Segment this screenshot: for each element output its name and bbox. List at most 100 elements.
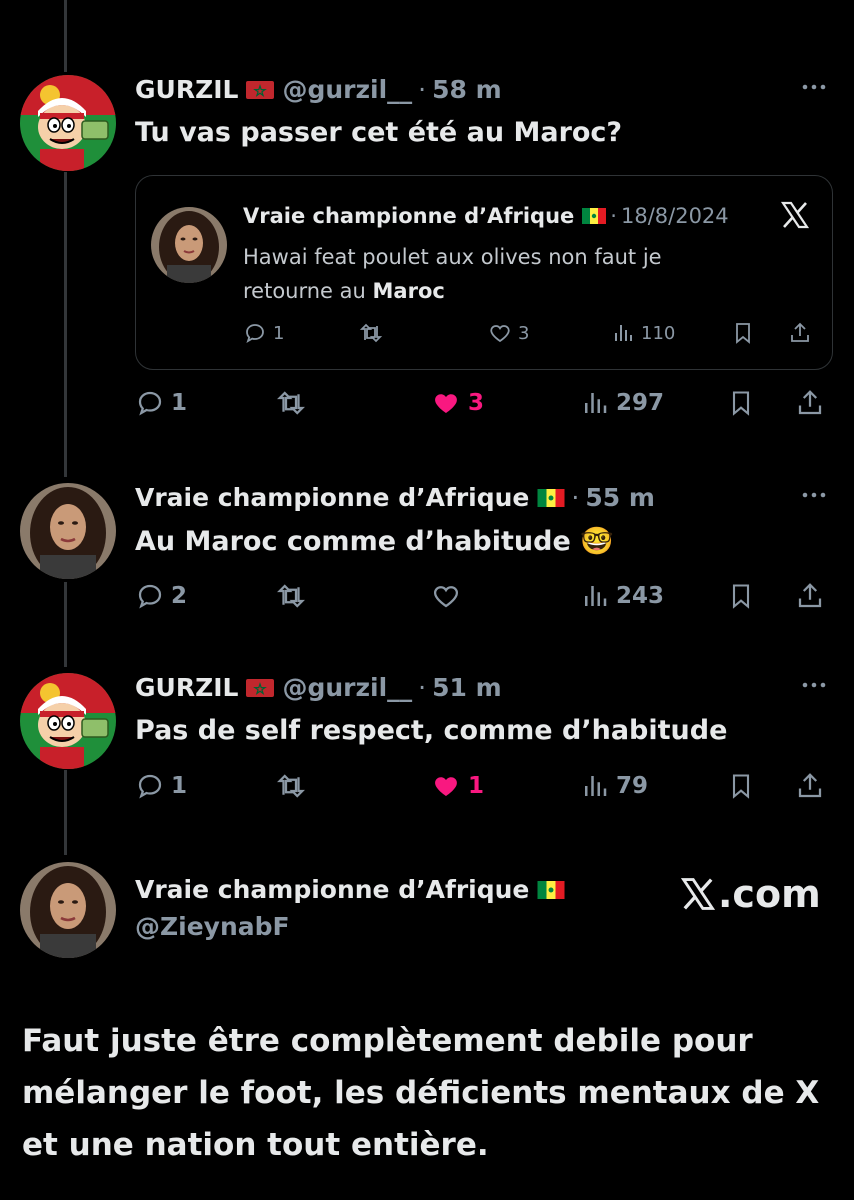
quote-reply-button[interactable]: 1 [243, 321, 284, 345]
user-handle[interactable]: @gurzil__ [282, 75, 412, 104]
avatar-vraie-championne[interactable] [20, 862, 116, 958]
like-button[interactable]: 3 [430, 388, 484, 418]
final-name-row: Vraie championne d’Afrique [135, 875, 565, 904]
reply-button[interactable]: 1 [135, 771, 187, 801]
like-button[interactable] [430, 581, 462, 611]
final-post-header: Vraie championne d’Afrique @ZieynabF [135, 875, 565, 941]
reply-count: 2 [171, 583, 188, 609]
like-icon [433, 586, 459, 608]
retweet-button[interactable] [275, 771, 307, 801]
post-body-text: Faut juste être complètement debile pour… [22, 1023, 820, 1163]
like-button[interactable]: 1 [430, 771, 484, 801]
tweet-text: Au Maroc comme d’habitude 🤓 [135, 526, 614, 557]
share-icon [791, 322, 809, 342]
tweet-header: GURZIL @gurzil__ · 58 m [135, 75, 502, 104]
avatar-vraie-championne[interactable] [20, 483, 116, 579]
views-icon [615, 325, 632, 341]
quote-text-line-1: Hawai feat poulet aux olives non faut je [243, 245, 662, 269]
views-button[interactable]: 243 [580, 581, 664, 611]
reply-count: 1 [171, 773, 188, 799]
reply-icon [138, 774, 162, 799]
user-handle[interactable]: @ZieynabF [135, 912, 565, 941]
bookmark-icon [732, 774, 750, 799]
morocco-flag-icon [246, 678, 275, 697]
share-icon [798, 773, 822, 798]
quote-like-button[interactable]: 3 [488, 321, 529, 345]
quote-date[interactable]: 18/8/2024 [621, 204, 729, 228]
views-icon [585, 776, 607, 796]
bookmark-button[interactable] [727, 771, 755, 801]
view-count: 243 [616, 583, 665, 609]
share-icon [798, 390, 822, 415]
x-logo-icon [780, 200, 810, 230]
thread-line-top [64, 0, 67, 72]
avatar-quote-author[interactable] [151, 207, 227, 283]
quote-text: Hawai feat poulet aux olives non faut je… [243, 240, 763, 308]
reply-count: 1 [171, 390, 188, 416]
like-count: 1 [468, 773, 485, 799]
share-button[interactable] [795, 388, 825, 418]
bookmark-icon [732, 584, 750, 609]
share-button[interactable] [795, 771, 825, 801]
retweet-icon [277, 774, 305, 798]
separator-dot: · [571, 483, 580, 512]
quoted-tweet[interactable]: Vraie championne d’Afrique · 18/8/2024 H… [135, 175, 833, 370]
tweet-2[interactable]: Vraie championne d’Afrique · 55 m Au Mar… [0, 483, 854, 623]
like-icon [490, 325, 510, 343]
quote-text-prefix: retourne au [243, 279, 373, 303]
quote-bookmark-button[interactable] [731, 321, 755, 345]
tweet-3[interactable]: GURZIL @gurzil__ · 51 m Pas de self resp… [0, 673, 854, 813]
display-name[interactable]: Vraie championne d’Afrique [135, 875, 529, 904]
views-button[interactable]: 297 [580, 388, 664, 418]
retweet-icon [277, 391, 305, 415]
view-count: 297 [616, 390, 665, 416]
tweet-1[interactable]: GURZIL @gurzil__ · 58 m Tu vas passer ce… [0, 75, 854, 445]
reply-button[interactable]: 2 [135, 581, 187, 611]
like-filled-icon [435, 394, 457, 413]
views-button[interactable]: 79 [580, 771, 648, 801]
reply-count: 1 [273, 322, 285, 344]
timestamp[interactable]: 51 m [432, 673, 502, 702]
view-count: 79 [616, 773, 649, 799]
avatar-gurzil[interactable] [20, 673, 116, 769]
quote-text-bold: Maroc [372, 279, 445, 303]
senegal-flag-icon [582, 208, 607, 224]
retweet-button[interactable] [275, 581, 307, 611]
display-name[interactable]: GURZIL [135, 673, 238, 702]
x-logo-icon [680, 878, 716, 910]
more-options-icon[interactable] [799, 483, 829, 507]
bookmark-icon [732, 391, 750, 416]
quote-display-name[interactable]: Vraie championne d’Afrique [243, 204, 574, 228]
display-name[interactable]: GURZIL [135, 75, 238, 104]
like-count: 3 [468, 390, 485, 416]
user-handle[interactable]: @gurzil__ [282, 673, 412, 702]
tweet-text: Pas de self respect, comme d’habitude [135, 715, 728, 746]
tweet-header: GURZIL @gurzil__ · 51 m [135, 673, 502, 702]
senegal-flag-icon [537, 488, 565, 507]
retweet-button[interactable] [275, 388, 307, 418]
reply-icon [138, 584, 162, 609]
quote-share-button[interactable] [788, 321, 812, 345]
more-options-icon[interactable] [799, 673, 829, 697]
bookmark-button[interactable] [727, 388, 755, 418]
views-icon [585, 586, 607, 606]
more-options-icon[interactable] [799, 75, 829, 99]
tweet-action-bar: 1 1 79 [135, 771, 835, 811]
reply-icon [246, 324, 264, 343]
tweet-action-bar: 1 3 297 [135, 388, 835, 428]
tweet-header: Vraie championne d’Afrique · 55 m [135, 483, 655, 512]
views-icon [585, 393, 607, 413]
avatar-gurzil[interactable] [20, 75, 116, 171]
quote-views-button[interactable]: 110 [611, 321, 675, 345]
separator-dot: · [418, 75, 427, 104]
timestamp[interactable]: 58 m [432, 75, 502, 104]
quote-retweet-button[interactable] [358, 321, 384, 345]
display-name[interactable]: Vraie championne d’Afrique [135, 483, 529, 512]
quote-header: Vraie championne d’Afrique · 18/8/2024 [243, 204, 729, 228]
separator-dot: · [418, 673, 427, 702]
view-count: 110 [641, 322, 676, 344]
timestamp[interactable]: 55 m [585, 483, 655, 512]
bookmark-button[interactable] [727, 581, 755, 611]
reply-button[interactable]: 1 [135, 388, 187, 418]
share-button[interactable] [795, 581, 825, 611]
